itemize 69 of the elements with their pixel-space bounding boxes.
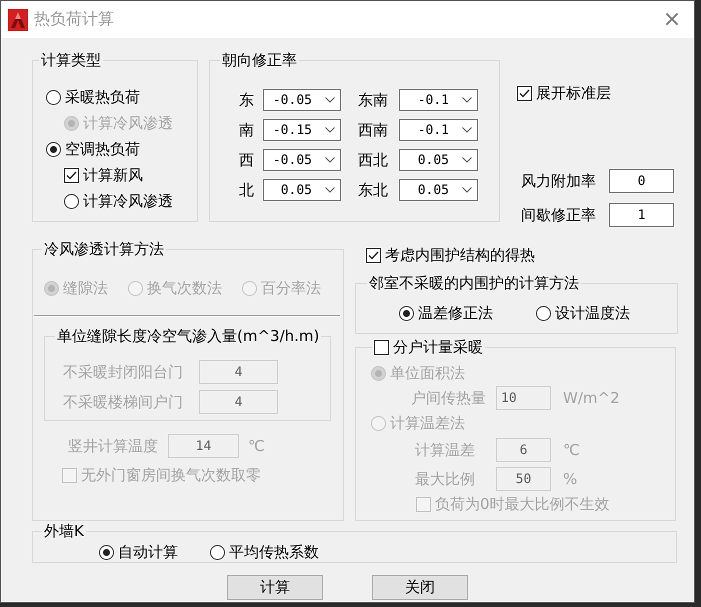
radio-button[interactable]: 采暖热负荷: [46, 84, 140, 110]
field-label: 不采暖封闭阳台门: [63, 362, 184, 382]
dropdown[interactable]: -0.05: [263, 89, 341, 111]
checkmark-icon: [66, 170, 77, 180]
app-icon: [8, 8, 28, 30]
field-label: 间歇修正率: [521, 206, 597, 224]
checkbox[interactable]: 计算新风: [64, 162, 143, 188]
caret-icon: [462, 187, 472, 193]
direction-label: 西北: [357, 150, 389, 170]
checkmark-icon: [519, 88, 530, 98]
direction-label: 西南: [357, 120, 389, 140]
direction-label: 西: [239, 150, 255, 170]
caret-icon: [325, 157, 335, 163]
dropdown[interactable]: -0.05: [263, 149, 341, 171]
dialog-button[interactable]: 关闭: [372, 575, 468, 600]
dropdown[interactable]: -0.15: [263, 119, 341, 141]
dialog-button[interactable]: 计算: [227, 575, 323, 600]
field-label: 最大比例: [415, 470, 476, 488]
input-field: 4: [199, 390, 278, 414]
unit-label: ℃: [248, 437, 265, 455]
direction-label: 南: [239, 120, 255, 140]
group-title: 邻室不采暖的内围护的计算方法: [368, 275, 580, 291]
checkmark-icon: [368, 250, 379, 260]
dropdown[interactable]: 0.05: [399, 149, 478, 171]
direction-label: 东北: [357, 180, 389, 200]
radio-button[interactable]: 平均传热系数: [210, 543, 319, 561]
group-title: 计算类型: [40, 52, 102, 68]
dropdown[interactable]: 0.05: [399, 179, 478, 201]
radio-button[interactable]: 计算冷风渗透: [64, 188, 173, 214]
direction-label: 东: [239, 90, 255, 110]
input-field[interactable]: 0: [609, 169, 674, 193]
group-title: 朝向修正率: [221, 52, 298, 68]
field-label: 风力附加率: [521, 172, 597, 190]
checkbox[interactable]: 分户计量采暖: [374, 338, 483, 356]
field-label: 不采暖楼梯间户门: [63, 392, 184, 412]
radio-button[interactable]: 设计温度法: [536, 300, 630, 326]
caret-icon: [325, 97, 335, 103]
field-label: 户间传热量: [411, 388, 487, 408]
field-label: 计算温差: [415, 440, 476, 460]
unit-label: %: [563, 470, 578, 488]
input-field: 14: [168, 434, 239, 458]
direction-label: 东南: [357, 90, 389, 110]
caret-icon: [462, 157, 472, 163]
window-title: 热负荷计算: [34, 9, 115, 30]
group-title: 单位缝隙长度冷空气渗入量(m^3/h.m): [56, 328, 320, 344]
input-field: 6: [496, 438, 551, 462]
input-field: 50: [496, 467, 551, 491]
checkbox[interactable]: 考虑内围护结构的得热: [366, 246, 535, 264]
direction-label: 北: [239, 180, 255, 200]
radio-button[interactable]: 温差修正法: [399, 300, 493, 326]
caret-icon: [325, 187, 335, 193]
input-field: 4: [199, 360, 278, 384]
caret-icon: [462, 97, 472, 103]
checkbox[interactable]: 展开标准层: [517, 84, 611, 102]
dropdown[interactable]: -0.1: [399, 89, 478, 111]
unit-label: ℃: [563, 441, 580, 459]
input-field[interactable]: 1: [609, 203, 674, 227]
group-title: 冷风渗透计算方法: [43, 241, 165, 257]
close-button[interactable]: ×: [652, 4, 692, 34]
radio-button[interactable]: 自动计算: [99, 543, 178, 561]
input-field: 10: [496, 386, 551, 410]
group-title: 外墙K: [43, 523, 85, 539]
radio-button[interactable]: 空调热负荷: [46, 136, 140, 162]
caret-icon: [462, 127, 472, 133]
unit-label: W/m^2: [563, 389, 620, 407]
dropdown[interactable]: 0.05: [263, 179, 341, 201]
caret-icon: [325, 127, 335, 133]
dropdown[interactable]: -0.1: [399, 119, 478, 141]
field-label: 竖井计算温度: [68, 436, 159, 456]
